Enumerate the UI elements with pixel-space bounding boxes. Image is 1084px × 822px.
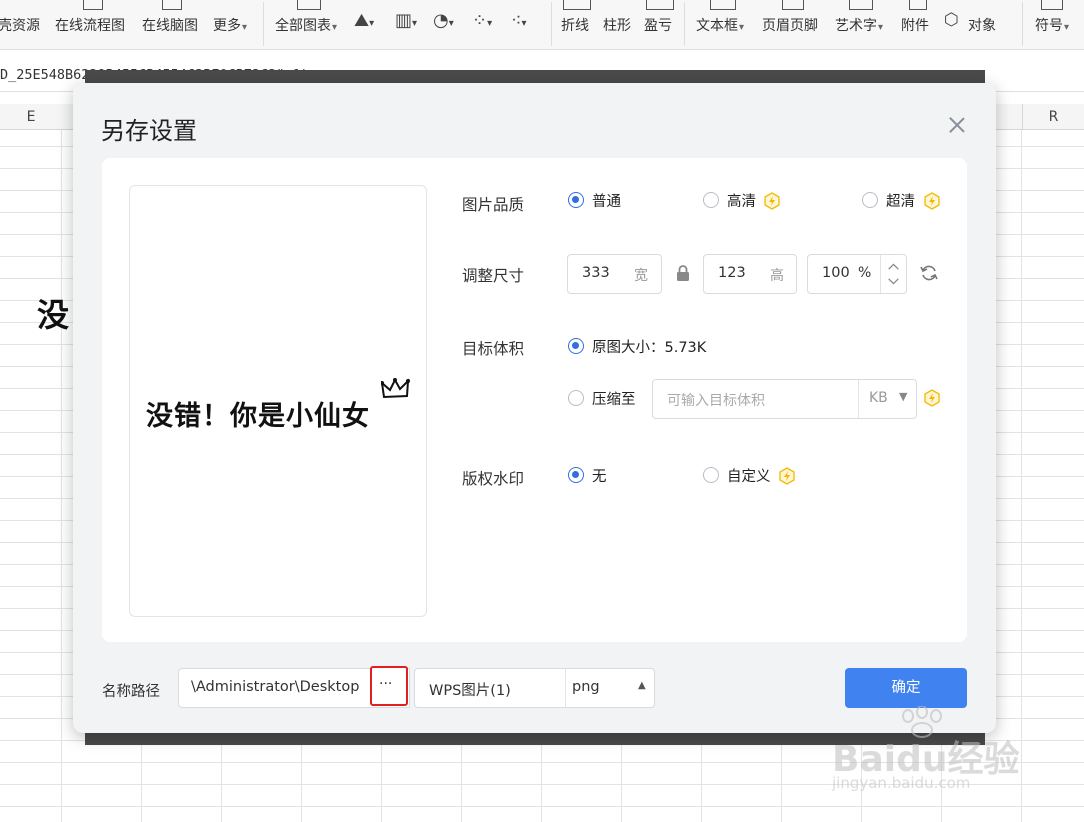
attachment-icon [909, 0, 927, 10]
combo-chart-icon[interactable]: ▥▾ [395, 10, 417, 31]
scatter-chart-icon[interactable]: ⁘▾ [472, 10, 492, 31]
dialog-title: 另存设置 [101, 117, 197, 145]
ribbon-toolbar: 壳资源 在线流程图 在线脑图 更多 全部图表 ⛰▾ ▥▾ ◔▾ ⁘▾ ⁖▾ 折线… [0, 0, 1084, 50]
browse-path-button[interactable]: ··· [370, 666, 408, 706]
chart-icon [297, 0, 321, 10]
flowchart-icon [83, 0, 103, 10]
caret-up-icon: ▲ [638, 680, 646, 691]
baidu-jingyan-watermark: Baidu经验 jingyan.baidu.com [830, 706, 1030, 798]
vip-lightning-icon [764, 192, 780, 210]
sparkline-line-icon [563, 0, 591, 10]
symbol-icon [1041, 0, 1063, 10]
toolbar-separator [551, 2, 552, 46]
close-icon[interactable] [945, 113, 969, 137]
bubble-chart-icon[interactable]: ⁖▾ [511, 10, 527, 31]
object-icon: ⬡ [944, 10, 959, 30]
vip-lightning-icon [924, 192, 940, 210]
area-chart-icon[interactable]: ⛰▾ [354, 10, 374, 31]
toolbar-separator [263, 2, 264, 46]
format-select[interactable]: png ▲ [565, 669, 655, 707]
crown-icon [381, 377, 410, 399]
radio-circle [862, 192, 878, 208]
percent-stepper[interactable] [880, 255, 906, 293]
vip-lightning-icon [779, 467, 795, 485]
reset-size-icon[interactable] [920, 264, 938, 282]
header-footer-icon [782, 0, 804, 10]
toolbar-separator [1022, 2, 1023, 46]
radio-circle [568, 192, 584, 208]
chevron-down-icon: ▼ [899, 390, 908, 403]
textbox-icon [710, 0, 736, 10]
mindmap-icon [162, 0, 182, 10]
watermark-label: 版权水印 [462, 470, 525, 488]
cell-content: 没 [37, 296, 70, 334]
confirm-button[interactable]: 确定 [845, 668, 967, 708]
size-unit-select[interactable]: KB ▼ [858, 380, 917, 418]
sparkline-winloss-icon [646, 0, 674, 10]
ellipsis-icon: ··· [379, 676, 393, 692]
quality-label: 图片品质 [462, 196, 525, 214]
wordart-icon [849, 0, 873, 10]
lock-icon[interactable] [676, 264, 690, 282]
target-size-placeholder: 可输入目标体积 [667, 393, 765, 409]
width-input[interactable]: 333 宽 [567, 254, 662, 294]
settings-panel: 没错！你是小仙女 图片品质 普通 高清 超清 调整尺寸 333 宽 123 高 … [102, 158, 967, 642]
vip-lightning-icon [924, 389, 940, 407]
watermark-url: jingyan.baidu.com [832, 774, 971, 792]
radio-circle [568, 390, 584, 406]
name-path-label: 名称路径 [102, 684, 160, 700]
radio-circle [703, 467, 719, 483]
toolbar-separator [684, 2, 685, 46]
pie-chart-icon[interactable]: ◔▾ [433, 10, 454, 31]
radio-circle [568, 467, 584, 483]
resize-label: 调整尺寸 [462, 267, 525, 285]
save-as-settings-dialog: 另存设置 没错！你是小仙女 图片品质 普通 高清 超清 调整尺寸 333 宽 1… [73, 83, 996, 733]
height-input[interactable]: 123 高 [703, 254, 797, 294]
filename-input[interactable]: WPS图片(1) png ▲ [414, 668, 655, 708]
column-header-r[interactable]: R [1022, 104, 1084, 130]
image-preview: 没错！你是小仙女 [129, 185, 427, 617]
radio-circle [568, 338, 584, 354]
target-size-input[interactable]: 可输入目标体积 KB ▼ [652, 379, 917, 419]
target-size-label: 目标体积 [462, 340, 525, 358]
radio-circle [703, 192, 719, 208]
preview-text: 没错！你是小仙女 [146, 401, 370, 432]
column-header-e[interactable]: E [0, 104, 62, 130]
